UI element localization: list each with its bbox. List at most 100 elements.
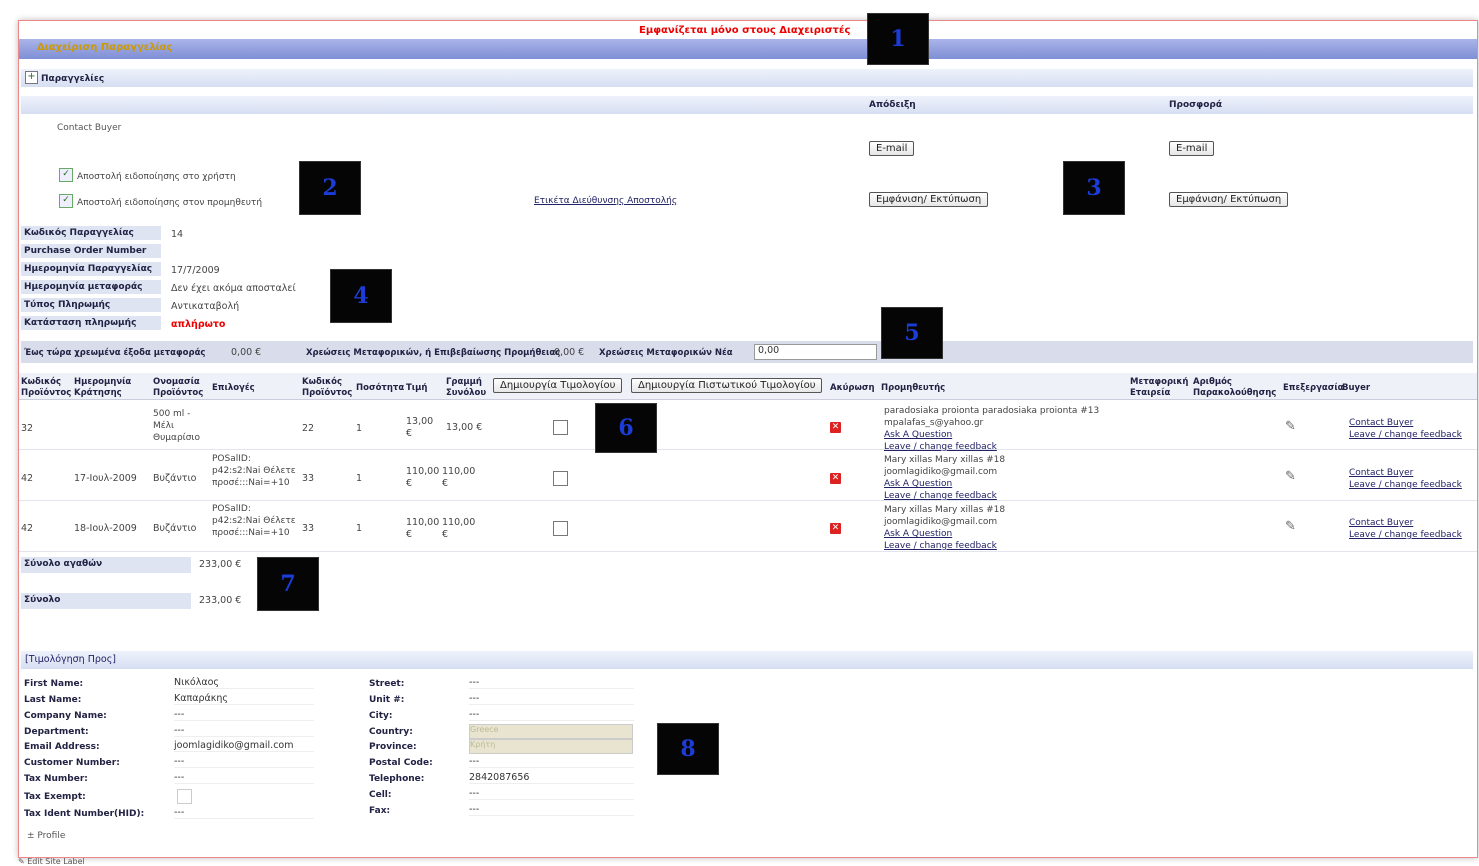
billing-email-label: Email Address: <box>24 742 100 752</box>
billing-country-label: Country: <box>369 727 413 737</box>
ask-question-link[interactable]: Ask A Question <box>884 429 1099 441</box>
billing-title: [Τιμολόγηση Προς] <box>25 654 116 665</box>
cancel-icon[interactable]: ✕ <box>830 422 841 433</box>
country-select[interactable]: Greece <box>469 724 633 739</box>
row-select-checkbox[interactable] <box>553 471 568 486</box>
row-buyer: Contact Buyer Leave / change feedback <box>1349 417 1462 441</box>
row-code: 42 <box>21 473 34 484</box>
print-button-seller[interactable]: Εμφάνιση/ Εκτύπωση <box>1169 192 1289 207</box>
contact-buyer-link[interactable]: Contact Buyer <box>1349 467 1462 479</box>
billing-company-value: --- <box>174 709 314 721</box>
row-pcode: 22 <box>302 423 315 434</box>
row-name: Βυζάντιο <box>153 473 197 484</box>
profile-toggle[interactable]: ± Profile <box>27 831 65 841</box>
expand-icon[interactable]: + <box>25 71 38 84</box>
th-code: Κωδικός Προϊόντος <box>21 377 72 398</box>
orders-label: Παραγγελίες <box>41 74 105 84</box>
email-button-view[interactable]: E-mail <box>869 141 915 156</box>
marker-8: 8 <box>657 723 719 775</box>
table-row <box>19 401 1477 450</box>
row-buyer: Contact Buyer Leave / change feedback <box>1349 517 1462 541</box>
billing-email-value: joomlagidiko@gmail.com <box>174 740 314 752</box>
shipping-charge-label: Χρεώσεις Μεταφορικών, ή Επιβεβαίωσης Προ… <box>306 348 561 358</box>
notify-user-checkbox[interactable]: ✓ <box>59 168 73 182</box>
payment-status-label: Κατάσταση πληρωμής <box>21 316 161 333</box>
ask-question-link[interactable]: Ask A Question <box>884 528 1005 540</box>
print-button-view[interactable]: Εμφάνιση/ Εκτύπωση <box>869 192 989 207</box>
order-date-value: 17/7/2009 <box>171 265 220 276</box>
buyer-feedback-link[interactable]: Leave / change feedback <box>1349 429 1462 441</box>
marker-5: 5 <box>881 307 943 359</box>
order-id-value: 14 <box>171 229 184 240</box>
billing-header-bar <box>21 651 1473 669</box>
buyer-feedback-link[interactable]: Leave / change feedback <box>1349 529 1462 541</box>
buyer-feedback-link[interactable]: Leave / change feedback <box>1349 479 1462 491</box>
marker-7: 7 <box>257 557 319 611</box>
province-select[interactable]: Κρήτη <box>469 739 633 754</box>
shipping-new-input[interactable]: 0,00 <box>754 344 877 360</box>
row-qty: 1 <box>356 423 363 434</box>
th-total: Γραμμή Συνόλου <box>446 377 487 398</box>
order-date-label: Ημερομηνία Παραγγελίας <box>21 262 161 279</box>
billing-postal-value: --- <box>469 756 634 768</box>
shipping-paid-label: Έως τώρα χρεωμένα έξοδα μεταφοράς <box>24 348 206 358</box>
email-button-seller[interactable]: E-mail <box>1169 141 1215 156</box>
marker-1: 1 <box>867 13 929 65</box>
billing-tax-ident-label: Tax Ident Number(HID): <box>24 809 145 819</box>
th-tracking: Αριθμός Παρακολούθησης <box>1193 377 1277 398</box>
marker-2: 2 <box>299 161 361 215</box>
billing-tax-exempt-label: Tax Exempt: <box>24 792 86 802</box>
row-vendor: paradosiaka proionta paradosiaka proiont… <box>884 406 1100 452</box>
tax-exempt-checkbox[interactable] <box>177 789 192 804</box>
shipping-charge-value: 0,00 € <box>554 347 585 358</box>
row-date: 18-Ιουλ-2009 <box>74 523 137 534</box>
row-name: Βυζάντιο <box>153 523 197 534</box>
billing-last-name-value: Καπαράκης <box>174 693 314 705</box>
cancel-icon[interactable]: ✕ <box>830 523 841 534</box>
th-options: Επιλογές <box>212 383 255 393</box>
th-qty: Ποσότητα <box>356 383 405 393</box>
billing-customer-number-label: Customer Number: <box>24 758 120 768</box>
row-total: 110,00 € <box>442 466 476 489</box>
billing-company-label: Company Name: <box>24 711 107 721</box>
marker-3: 3 <box>1063 161 1125 215</box>
billing-cell-value: --- <box>469 788 634 800</box>
vendor-feedback-link[interactable]: Leave / change feedback <box>884 540 1005 552</box>
billing-telephone-value: 2842087656 <box>469 772 634 784</box>
edit-pencil-icon[interactable]: ✎ <box>1285 419 1296 434</box>
notify-vendor-checkbox[interactable]: ✓ <box>59 194 73 208</box>
row-price: 13,00 € <box>406 416 434 439</box>
billing-fax-value: --- <box>469 804 634 816</box>
notify-user-label: Αποστολή ειδοποίησης στο χρήστη <box>77 172 236 182</box>
row-select-checkbox[interactable] <box>553 521 568 536</box>
ship-date-value: Δεν έχει ακόμα αποσταλεί <box>171 283 296 294</box>
cancel-icon[interactable]: ✕ <box>830 473 841 484</box>
billing-street-value: --- <box>469 677 634 689</box>
billing-customer-number-value: --- <box>174 756 314 768</box>
edit-pencil-icon[interactable]: ✎ <box>1285 519 1296 534</box>
row-code: 32 <box>21 423 34 434</box>
contact-buyer-link[interactable]: Contact Buyer <box>1349 517 1462 529</box>
contact-buyer-link[interactable]: Contact Buyer <box>1349 417 1462 429</box>
billing-tax-number-value: --- <box>174 772 314 784</box>
shipping-label-link[interactable]: Ετικέτα Διεύθυνσης Αποστολής <box>534 196 677 206</box>
orders-bar <box>21 69 1473 87</box>
row-select-checkbox[interactable] <box>553 420 568 435</box>
billing-tax-ident-value: --- <box>174 807 314 819</box>
billing-city-value: --- <box>469 709 634 721</box>
billing-tax-number-label: Tax Number: <box>24 774 88 784</box>
create-credit-invoice-button[interactable]: Δημιουργία Πιστωτικού Τιμολογίου <box>631 378 823 393</box>
ask-question-link[interactable]: Ask A Question <box>884 478 1005 490</box>
shipping-new-label: Χρεώσεις Μεταφορικών Νέα <box>599 348 733 358</box>
th-carrier: Μεταφορική Εταιρεία <box>1130 377 1189 398</box>
edit-pencil-icon[interactable]: ✎ <box>1285 469 1296 484</box>
marker-4: 4 <box>330 269 392 323</box>
row-buyer: Contact Buyer Leave / change feedback <box>1349 467 1462 491</box>
row-price: 110,00 € <box>406 517 440 540</box>
create-invoice-button[interactable]: Δημιουργία Τιμολογίου <box>493 378 623 393</box>
row-vendor: Mary xillas Mary xillas #18 joomlagidiko@… <box>884 455 1006 501</box>
po-number-label: Purchase Order Number <box>21 244 161 261</box>
th-pcode: Κωδικός Προϊόντος <box>302 377 353 398</box>
ship-date-label: Ημερομηνία μεταφοράς <box>21 280 161 297</box>
band-title: Διαχείριση Παραγγελίας <box>37 42 173 53</box>
